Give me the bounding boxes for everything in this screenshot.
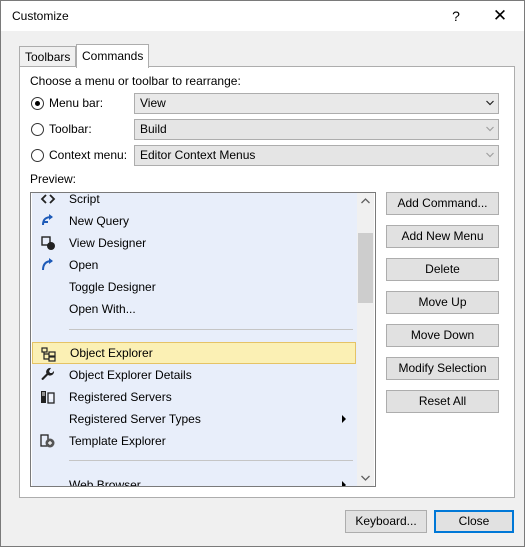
open-icon <box>40 257 56 273</box>
list-item-label: Registered Servers <box>69 390 172 404</box>
tab-toolbars[interactable]: Toolbars <box>19 46 77 67</box>
menu-bar-value: View <box>140 96 166 110</box>
separator <box>69 460 353 461</box>
preview-list[interactable]: Script New Query View Designer Open Togg… <box>30 192 376 487</box>
close-button[interactable]: Close <box>434 510 514 533</box>
list-item[interactable]: New Query <box>32 210 356 232</box>
context-menu-label: Context menu: <box>49 148 128 162</box>
add-command-button[interactable]: Add Command... <box>386 192 499 215</box>
title-bar[interactable]: Customize ? ✕ <box>1 1 524 31</box>
window-title: Customize <box>12 9 69 23</box>
list-item[interactable]: Open <box>32 254 356 276</box>
toolbar-radio[interactable] <box>31 123 44 136</box>
list-item-label: Toggle Designer <box>69 280 156 294</box>
preview-label: Preview: <box>30 172 77 186</box>
list-item-label: Open With... <box>69 302 136 316</box>
list-item[interactable]: Web Browser <box>32 474 356 486</box>
list-item[interactable]: Script <box>32 193 356 210</box>
keyboard-button[interactable]: Keyboard... <box>345 510 427 533</box>
chevron-down-icon <box>486 149 494 159</box>
menu-bar-radio[interactable] <box>31 97 44 110</box>
preview-items: Script New Query View Designer Open Togg… <box>32 193 357 486</box>
registered-servers-icon <box>40 389 56 405</box>
template-explorer-icon <box>40 433 56 449</box>
list-item-label: Template Explorer <box>69 434 166 448</box>
list-item-selected[interactable]: Object Explorer <box>32 342 356 364</box>
list-item[interactable]: View Designer <box>32 232 356 254</box>
separator <box>69 329 353 330</box>
choose-heading: Choose a menu or toolbar to rearrange: <box>30 74 241 88</box>
submenu-arrow-icon <box>342 415 346 423</box>
submenu-arrow-icon <box>342 481 346 486</box>
tab-commands[interactable]: Commands <box>76 44 150 68</box>
scroll-up-icon[interactable] <box>357 193 374 210</box>
list-item-label: Script <box>69 193 100 206</box>
context-menu-combo[interactable]: Editor Context Menus <box>134 145 499 166</box>
modify-selection-button[interactable]: Modify Selection <box>386 357 499 380</box>
list-item-label: New Query <box>69 214 130 228</box>
list-item[interactable]: Open With... <box>32 298 356 320</box>
list-item-label: Registered Server Types <box>69 412 201 426</box>
list-item[interactable]: Object Explorer Details <box>32 364 356 386</box>
move-down-button[interactable]: Move Down <box>386 324 499 347</box>
toolbar-combo[interactable]: Build <box>134 119 499 140</box>
list-item-label: Object Explorer Details <box>69 368 192 382</box>
delete-button[interactable]: Delete <box>386 258 499 281</box>
reset-all-button[interactable]: Reset All <box>386 390 499 413</box>
object-explorer-icon <box>41 346 57 362</box>
context-menu-radio[interactable] <box>31 149 44 162</box>
context-menu-value: Editor Context Menus <box>140 148 256 162</box>
menu-bar-label: Menu bar: <box>49 96 104 110</box>
toolbar-value: Build <box>140 122 167 136</box>
new-query-icon <box>40 213 56 229</box>
customize-dialog: Customize ? ✕ Toolbars Commands Choose a… <box>0 0 525 547</box>
view-designer-icon <box>40 235 56 251</box>
preview-scrollbar[interactable] <box>357 193 374 486</box>
add-new-menu-button[interactable]: Add New Menu <box>386 225 499 248</box>
list-item-label: Web Browser <box>69 478 141 486</box>
list-item[interactable]: Template Explorer <box>32 430 356 452</box>
list-item[interactable]: Toggle Designer <box>32 276 356 298</box>
list-item[interactable]: Registered Servers <box>32 386 356 408</box>
scroll-thumb[interactable] <box>358 233 373 303</box>
list-item[interactable]: Registered Server Types <box>32 408 356 430</box>
help-button[interactable]: ? <box>444 5 468 27</box>
list-item-label: Object Explorer <box>70 346 153 360</box>
move-up-button[interactable]: Move Up <box>386 291 499 314</box>
list-item-label: Open <box>69 258 99 272</box>
toolbar-label: Toolbar: <box>49 122 92 136</box>
chevron-down-icon <box>486 97 494 107</box>
chevron-down-icon <box>486 123 494 133</box>
scroll-down-icon[interactable] <box>357 469 374 486</box>
menu-bar-combo[interactable]: View <box>134 93 499 114</box>
close-window-button[interactable]: ✕ <box>487 5 513 27</box>
list-item-label: View Designer <box>69 236 147 250</box>
script-icon <box>40 193 56 207</box>
wrench-icon <box>40 367 56 383</box>
